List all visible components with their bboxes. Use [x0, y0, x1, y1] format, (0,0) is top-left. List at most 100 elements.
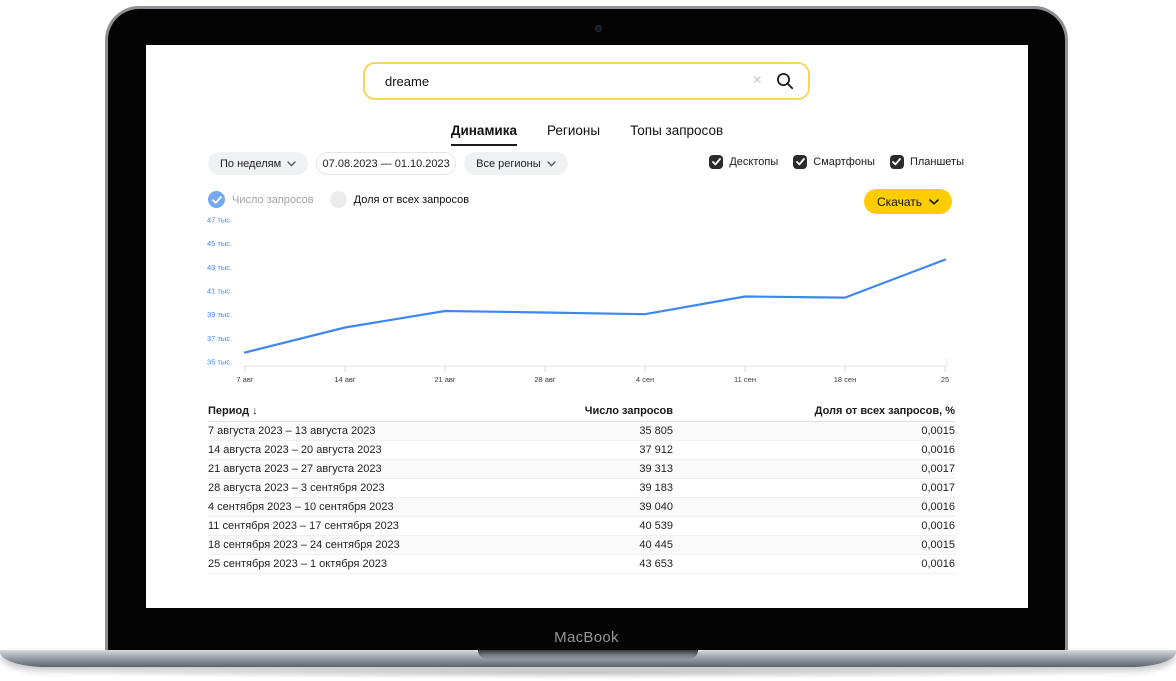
period-cell: 21 августа 2023 – 27 августа 2023 — [208, 463, 382, 475]
y-axis-tick-label: 43 тыс. — [207, 263, 232, 272]
share-cell: 0,0015 — [921, 425, 955, 437]
table-row: 28 августа 2023 – 3 сентября 2023 39 183 0… — [208, 479, 955, 498]
base-slab — [0, 650, 1176, 667]
checkbox-label: Планшеты — [909, 156, 964, 168]
query-count-line-series — [243, 258, 947, 354]
share-cell: 0,0016 — [921, 558, 955, 570]
download-label: Скачать — [877, 194, 922, 209]
sort-desc-icon: ↓ — [252, 405, 258, 417]
period-cell: 28 августа 2023 – 3 сентября 2023 — [208, 482, 385, 494]
y-axis-tick-label: 45 тыс. — [207, 239, 232, 248]
table-header-row: Период ↓ Число запросов Доля от всех запр… — [208, 401, 955, 422]
checkbox-checked-icon — [793, 155, 808, 169]
x-axis-tick-label: 25 — [941, 375, 949, 384]
search-bar: × — [363, 62, 810, 100]
column-header-share: Доля от всех запросов, % — [814, 405, 955, 417]
table-row: 21 августа 2023 – 27 августа 2023 39 313 0… — [208, 460, 955, 479]
queries-cell: 37 912 — [639, 444, 673, 456]
radio-share-of-queries[interactable]: Доля от всех запросов — [329, 191, 470, 208]
share-cell: 0,0017 — [921, 463, 955, 475]
group-by-dropdown[interactable]: По неделям — [208, 152, 309, 175]
queries-cell: 35 805 — [639, 425, 673, 437]
radio-selected-icon — [208, 191, 225, 208]
date-range-picker[interactable]: 07.08.2023 — 01.10.2023 — [316, 152, 457, 175]
y-axis-tick-label: 37 тыс. — [207, 334, 232, 343]
webcam-icon — [595, 25, 602, 32]
share-cell: 0,0016 — [921, 444, 955, 456]
screen: × Динамика Регионы Топы запросов По неде… — [146, 45, 1028, 608]
table-row: 4 сентября 2023 – 10 сентября 2023 39 040… — [208, 498, 955, 517]
period-cell: 4 сентября 2023 – 10 сентября 2023 — [208, 501, 394, 513]
period-cell: 14 августа 2023 – 20 августа 2023 — [208, 444, 382, 456]
table-row: 11 сентября 2023 – 17 сентября 2023 40 53… — [208, 517, 955, 536]
region-dropdown[interactable]: Все регионы — [464, 152, 568, 175]
x-axis-tick-label: 28 авг — [534, 375, 556, 384]
y-axis-tick-label: 39 тыс. — [207, 310, 232, 319]
table-row: 14 августа 2023 – 20 августа 2023 37 912 0… — [208, 441, 955, 460]
tab-top-queries[interactable]: Топы запросов — [630, 123, 723, 146]
laptop-lid: × Динамика Регионы Топы запросов По неде… — [105, 6, 1068, 652]
share-cell: 0,0017 — [921, 482, 955, 494]
share-cell: 0,0016 — [921, 520, 955, 532]
tab-regions[interactable]: Регионы — [547, 123, 600, 146]
date-range-label: 07.08.2023 — 01.10.2023 — [322, 157, 450, 170]
table-row: 25 сентября 2023 – 1 октября 2023 43 653 0… — [208, 555, 955, 574]
x-axis-tick-label: 11 сен — [734, 375, 756, 384]
radio-label: Число запросов — [232, 193, 314, 206]
table-body: 7 августа 2023 – 13 августа 2023 35 805 0,… — [208, 422, 955, 574]
queries-cell: 39 313 — [639, 463, 673, 475]
laptop-base — [0, 650, 1176, 672]
dynamics-line-chart: 35 тыс. 37 тыс. 39 тыс. 41 тыс. 43 тыс. 45 ты… — [207, 216, 949, 385]
radio-label: Доля от всех запросов — [353, 193, 470, 206]
checkbox-label: Десктопы — [729, 156, 779, 168]
clear-icon[interactable]: × — [753, 73, 762, 89]
y-axis-tick-label: 41 тыс. — [207, 287, 232, 296]
chevron-down-icon — [546, 160, 556, 167]
table-row: 18 сентября 2023 – 24 сентября 2023 40 44… — [208, 536, 955, 555]
queries-cell: 43 653 — [639, 558, 673, 570]
column-header-queries: Число запросов — [584, 405, 673, 417]
x-axis-tick-label: 21 авг — [434, 375, 456, 384]
chevron-down-icon — [929, 198, 939, 205]
x-axis-tick-label: 14 авг — [334, 375, 356, 384]
metric-toggle: Число запросов Доля от всех запросов — [208, 191, 469, 208]
table-row: 7 августа 2023 – 13 августа 2023 35 805 0,… — [208, 422, 955, 441]
tab-bar: Динамика Регионы Топы запросов — [146, 123, 1028, 146]
period-cell: 11 сентября 2023 – 17 сентября 2023 — [208, 520, 399, 532]
periods-table: Период ↓ Число запросов Доля от всех запр… — [208, 401, 955, 574]
share-cell: 0,0016 — [921, 501, 955, 513]
checkbox-smartphones[interactable]: Смартфоны — [793, 155, 875, 169]
search-input[interactable] — [385, 73, 753, 89]
checkbox-checked-icon — [709, 155, 724, 169]
tab-dynamics[interactable]: Динамика — [450, 123, 517, 146]
column-header-period[interactable]: Период ↓ — [208, 405, 528, 417]
radio-unselected-icon — [329, 191, 347, 208]
x-axis-tick-label: 7 авг — [236, 375, 253, 384]
queries-cell: 39 183 — [639, 482, 673, 494]
macbook-label: MacBook — [554, 629, 619, 646]
chevron-down-icon — [287, 160, 296, 167]
period-cell: 18 сентября 2023 – 24 сентября 2023 — [208, 539, 400, 551]
queries-cell: 40 445 — [639, 539, 673, 551]
checkbox-desktops[interactable]: Десктопы — [709, 155, 778, 169]
macbook-mockup: × Динамика Регионы Топы запросов По неде… — [0, 0, 1176, 681]
y-axis-tick-label: 35 тыс. — [207, 358, 232, 367]
group-by-label: По неделям — [220, 157, 282, 170]
period-cell: 7 августа 2023 – 13 августа 2023 — [208, 425, 376, 437]
download-button[interactable]: Скачать — [864, 189, 952, 214]
search-icon[interactable] — [776, 72, 794, 90]
share-cell: 0,0015 — [921, 539, 955, 551]
region-label: Все регионы — [476, 157, 541, 170]
x-axis-tick-label: 4 сен — [636, 375, 654, 384]
radio-query-count[interactable]: Число запросов — [208, 191, 314, 208]
x-axis-tick-label: 18 сен — [834, 375, 857, 384]
device-type-filters: Десктопы Смартфоны Планшеты — [709, 155, 964, 169]
base-notch — [478, 650, 698, 659]
checkbox-tablets[interactable]: Планшеты — [889, 155, 964, 169]
queries-cell: 40 539 — [639, 520, 673, 532]
queries-cell: 39 040 — [639, 501, 673, 513]
checkbox-label: Смартфоны — [813, 156, 875, 168]
filter-row: По неделям 07.08.2023 — 01.10.2023 Все р… — [208, 152, 568, 175]
period-cell: 25 сентября 2023 – 1 октября 2023 — [208, 558, 387, 570]
y-axis-tick-label: 47 тыс. — [207, 216, 232, 225]
